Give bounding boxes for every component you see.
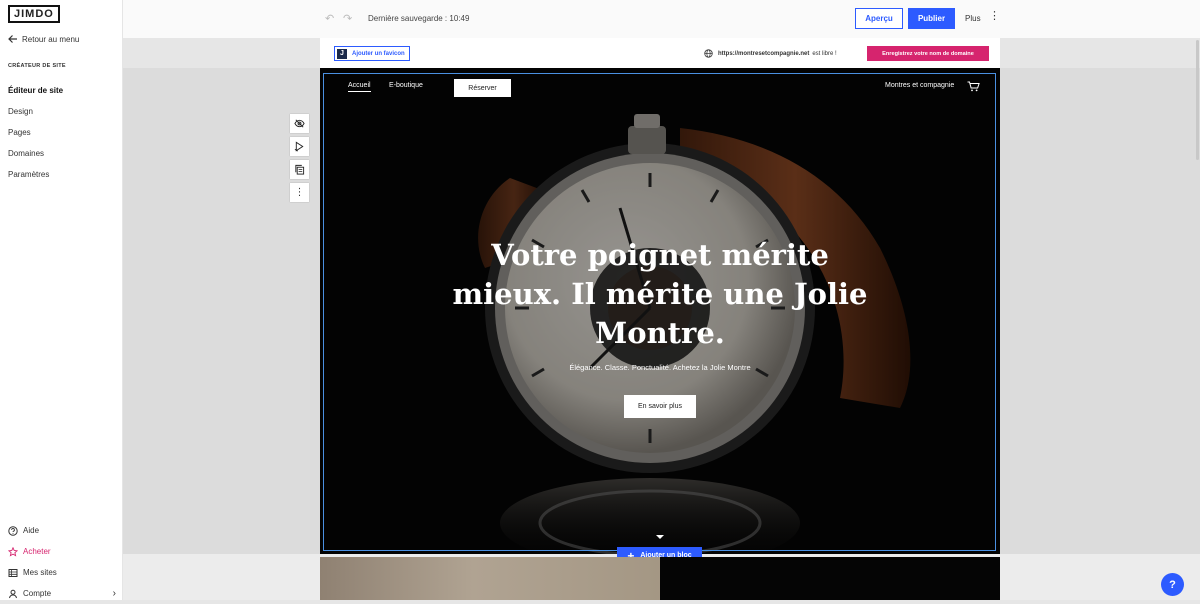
hero-title[interactable]: Votre poignet mérite mieux. Il mérite un… — [430, 236, 890, 353]
help-link[interactable]: Aide — [8, 520, 116, 541]
book-button[interactable]: Réserver — [454, 79, 511, 97]
sidebar-bottom-nav: Aide Acheter Mes sites Compte › — [8, 520, 116, 604]
register-domain-button[interactable]: Enregistrez votre nom de domaine — [867, 46, 989, 61]
hero-section[interactable]: Accueil E-boutique Réserver Montres et c… — [320, 68, 1000, 554]
domain-url: https://montresetcompagnie.net — [718, 50, 810, 57]
star-icon — [8, 546, 18, 557]
sidebar-nav: Éditeur de site Design Pages Domaines Pa… — [8, 80, 63, 185]
hero-title-line: mieux. Il mérite une Jolie — [452, 277, 868, 311]
sidebar-item-site-editor[interactable]: Éditeur de site — [8, 80, 63, 101]
scroll-down-icon[interactable] — [656, 535, 664, 539]
help-button[interactable]: ? — [1161, 573, 1184, 596]
sidebar-item-settings[interactable]: Paramètres — [8, 164, 63, 185]
add-favicon-button[interactable]: J Ajouter un favicon — [334, 46, 410, 61]
publish-button[interactable]: Publier — [908, 8, 955, 29]
eye-icon — [294, 119, 305, 128]
animation-tool[interactable] — [290, 137, 309, 156]
globe-icon — [704, 49, 713, 58]
site-nav-shop[interactable]: E-boutique — [389, 82, 423, 89]
save-status: Dernière sauvegarde : 10:49 — [368, 14, 470, 23]
help-circle-icon — [8, 525, 18, 536]
site-navigation: Accueil E-boutique Réserver Montres et c… — [320, 68, 1000, 106]
buy-link[interactable]: Acheter — [8, 541, 116, 562]
undo-icon[interactable]: ↶ — [325, 12, 334, 25]
more-vertical-icon[interactable]: ⋮ — [290, 183, 309, 202]
more-vertical-icon[interactable]: ⋮ — [989, 11, 1000, 22]
sidebar-item-domains[interactable]: Domaines — [8, 143, 63, 164]
play-sparkle-icon — [294, 141, 304, 152]
more-button[interactable]: Plus — [965, 14, 981, 23]
grid-list-icon — [8, 568, 18, 577]
domain-status: est libre ! — [812, 50, 837, 57]
hero-title-line: Votre poignet mérite — [491, 238, 829, 272]
sidebar: JIMDO Retour au menu CRÉATEUR DE SITE Éd… — [0, 0, 123, 600]
user-icon — [9, 589, 17, 598]
learn-more-button[interactable]: En savoir plus — [624, 395, 696, 418]
next-section-image[interactable] — [320, 557, 660, 600]
jimdo-logo[interactable]: JIMDO — [8, 5, 60, 23]
shopping-cart-icon[interactable] — [967, 81, 980, 92]
sidebar-item-design[interactable]: Design — [8, 101, 63, 122]
buy-label: Acheter — [23, 547, 51, 556]
hero-title-line: Montre. — [595, 316, 725, 350]
back-to-menu-label: Retour au menu — [22, 34, 80, 44]
sidebar-item-pages[interactable]: Pages — [8, 122, 63, 143]
add-favicon-label: Ajouter un favicon — [352, 50, 405, 57]
editor-topbar: ↶ ↷ Dernière sauvegarde : 10:49 Aperçu P… — [123, 0, 1200, 38]
duplicate-tool[interactable] — [290, 160, 309, 179]
site-browser-bar: J Ajouter un favicon https://montresetco… — [320, 38, 1000, 68]
account-link[interactable]: Compte › — [8, 583, 116, 604]
help-label: Aide — [23, 526, 40, 535]
favicon-letter: J — [337, 48, 347, 59]
account-label: Compte — [23, 589, 52, 598]
hero-subtitle[interactable]: Élégance. Classe. Ponctualité. Achetez l… — [430, 363, 890, 372]
section-label: CRÉATEUR DE SITE — [8, 63, 66, 69]
copy-icon — [295, 164, 305, 175]
visibility-tool[interactable] — [290, 114, 309, 133]
my-sites-link[interactable]: Mes sites — [8, 562, 116, 583]
block-toolbox: ⋮ — [290, 114, 309, 206]
redo-icon[interactable]: ↷ — [343, 12, 352, 25]
my-sites-label: Mes sites — [23, 568, 57, 577]
next-section-dark[interactable] — [660, 557, 1000, 600]
site-brand-name[interactable]: Montres et compagnie — [885, 82, 954, 89]
arrow-left-icon — [8, 35, 17, 43]
domain-availability: https://montresetcompagnie.net est libre… — [704, 49, 837, 58]
canvas-scrollbar[interactable] — [1196, 40, 1199, 160]
preview-button[interactable]: Aperçu — [855, 8, 903, 29]
back-to-menu-link[interactable]: Retour au menu — [8, 34, 79, 44]
site-nav-home[interactable]: Accueil — [348, 82, 371, 92]
chevron-right-icon: › — [112, 588, 116, 599]
